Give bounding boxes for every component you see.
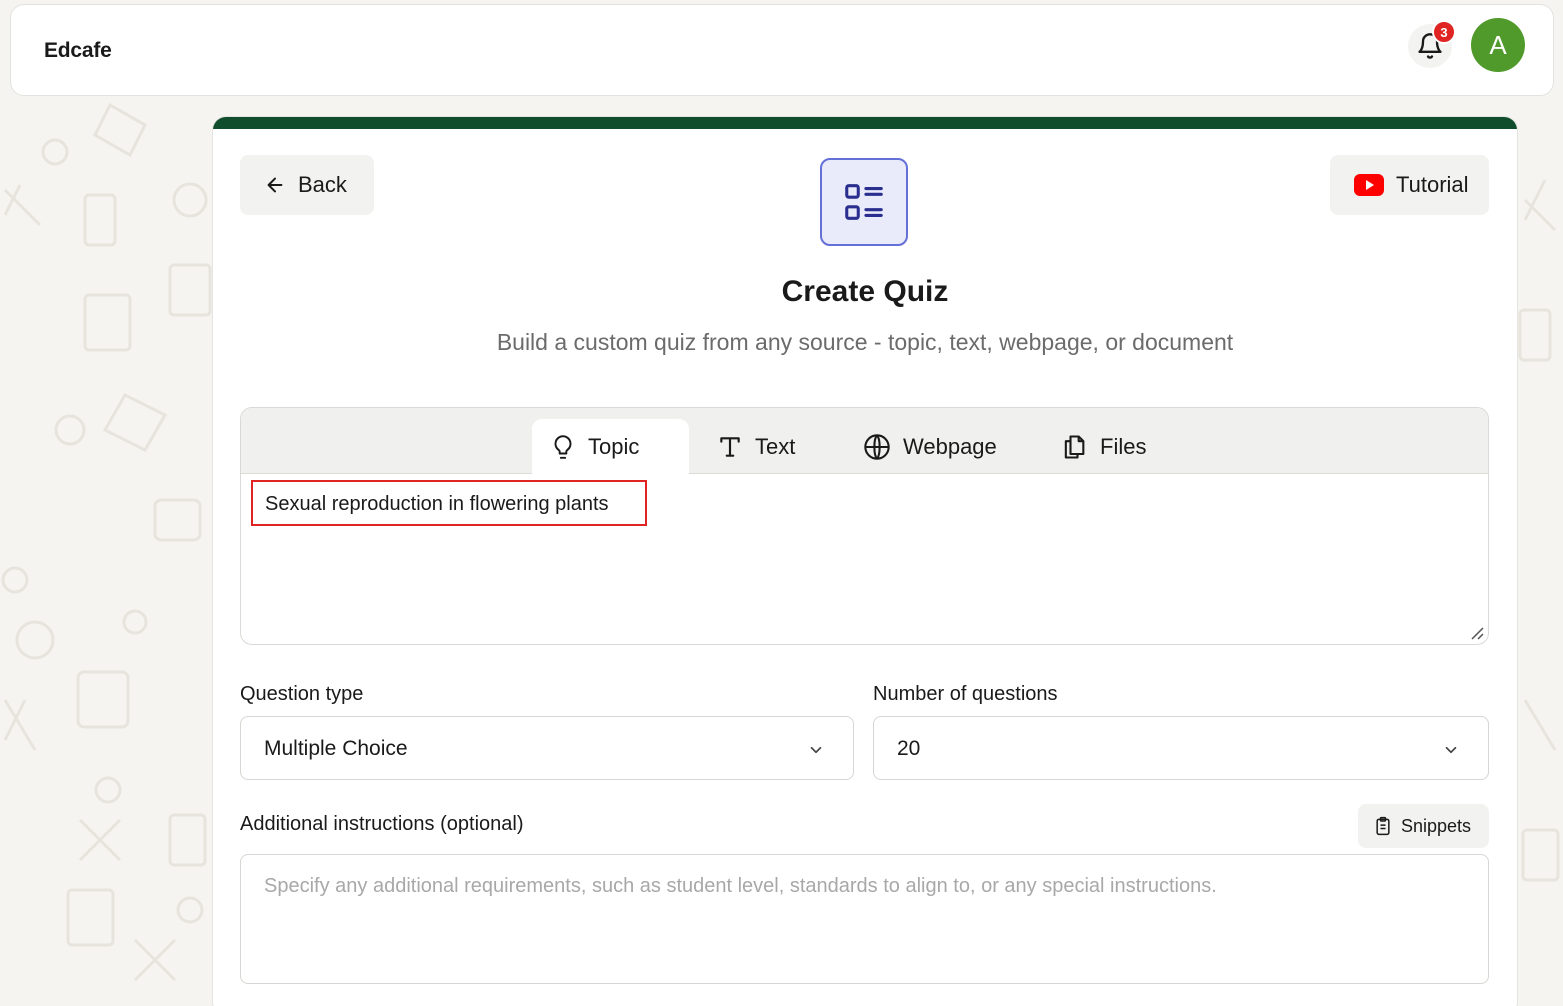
tab-files[interactable]: Files xyxy=(1042,419,1164,475)
instructions-label: Additional instructions (optional) xyxy=(240,813,524,835)
tab-webpage[interactable]: Webpage xyxy=(845,419,1015,475)
globe-icon xyxy=(864,434,890,460)
question-type-select[interactable]: Multiple Choice xyxy=(240,716,854,780)
topic-textarea[interactable]: Sexual reproduction in flowering plants xyxy=(251,480,647,526)
num-questions-value: 20 xyxy=(897,737,921,760)
youtube-icon xyxy=(1354,174,1384,196)
back-button-label: Back xyxy=(298,172,347,197)
create-quiz-card: Back Tutorial Create Quiz Build a custom… xyxy=(212,116,1518,1006)
user-avatar[interactable]: A xyxy=(1471,18,1525,72)
top-navigation-bar: Edcafe xyxy=(10,4,1554,96)
resize-handle-icon[interactable] xyxy=(1470,626,1484,640)
quiz-icon-tile xyxy=(820,158,908,246)
tab-text-label: Text xyxy=(755,434,796,459)
clipboard-icon xyxy=(1376,816,1390,836)
tab-files-label: Files xyxy=(1100,434,1147,459)
back-button[interactable]: Back xyxy=(240,155,374,215)
num-questions-label: Number of questions xyxy=(873,683,1058,705)
card-accent-bar xyxy=(213,117,1517,129)
tutorial-button[interactable]: Tutorial xyxy=(1330,155,1489,215)
text-icon xyxy=(720,437,740,457)
question-type-label: Question type xyxy=(240,683,364,705)
page-title: Create Quiz xyxy=(781,275,949,308)
lightbulb-icon xyxy=(554,435,572,459)
tab-topic-label: Topic xyxy=(588,434,640,459)
snippets-button[interactable]: Snippets xyxy=(1358,804,1489,848)
question-type-value: Multiple Choice xyxy=(264,737,408,760)
chevron-down-icon xyxy=(1445,746,1457,754)
tutorial-button-label: Tutorial xyxy=(1396,172,1469,197)
brand-logo-text[interactable]: Edcafe xyxy=(44,39,112,63)
arrow-left-icon xyxy=(267,177,283,193)
tab-text[interactable]: Text xyxy=(699,419,813,475)
notification-count-badge: 3 xyxy=(1432,20,1456,44)
num-questions-select[interactable]: 20 xyxy=(873,716,1489,780)
tab-webpage-label: Webpage xyxy=(903,434,997,459)
chevron-down-icon xyxy=(810,746,822,754)
files-icon xyxy=(1064,435,1085,459)
page-subtitle: Build a custom quiz from any source - to… xyxy=(496,329,1234,355)
quiz-list-icon xyxy=(845,184,883,220)
source-input-panel: Topic Text Webpage Files Sexual reproduc… xyxy=(240,407,1489,645)
tab-topic[interactable]: Topic xyxy=(532,419,689,475)
source-tab-bar: Topic Text Webpage Files xyxy=(241,408,1488,475)
additional-instructions-textarea[interactable]: Specify any additional requirements, suc… xyxy=(240,854,1489,984)
snippets-button-label: Snippets xyxy=(1401,815,1472,836)
